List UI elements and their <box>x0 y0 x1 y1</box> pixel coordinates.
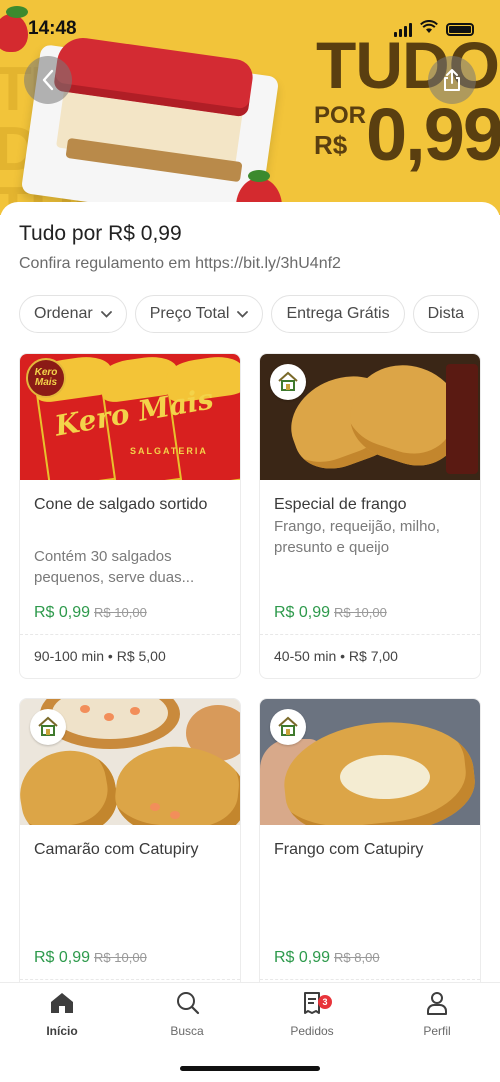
brand-tagline: SALGATERIA <box>130 446 208 456</box>
card-divider <box>20 979 240 980</box>
promo-headline: TUDO POR R$ 0,99 <box>314 30 500 180</box>
price-original: R$ 10,00 <box>94 605 147 620</box>
chevron-down-icon <box>100 310 112 318</box>
product-price: R$ 0,99 R$ 10,00 <box>34 949 147 967</box>
price-original: R$ 8,00 <box>334 950 380 965</box>
price-current: R$ 0,99 <box>274 949 331 966</box>
status-time: 14:48 <box>28 18 77 39</box>
product-image <box>260 354 480 480</box>
signal-icon <box>394 22 412 37</box>
promo-por: POR <box>314 102 367 129</box>
filter-distancia[interactable]: Dista <box>412 295 480 333</box>
product-price: R$ 0,99 R$ 10,00 <box>34 604 147 622</box>
share-button[interactable] <box>428 56 476 104</box>
product-image: Kero Mais SALGATERIA Kero Mais <box>20 354 240 480</box>
kero-mais-logo: Kero Mais <box>26 358 66 398</box>
filter-entrega-gratis[interactable]: Entrega Grátis <box>271 295 405 333</box>
promo-currency: R$ <box>314 130 348 160</box>
product-image <box>20 699 240 825</box>
home-icon <box>51 993 73 1013</box>
chevron-down-icon <box>237 310 249 318</box>
price-original: R$ 10,00 <box>334 605 387 620</box>
product-card[interactable]: Frango com Catupiry R$ 0,99 R$ 8,00 <box>259 698 481 982</box>
filter-label: Dista <box>427 305 465 322</box>
filter-preco-total[interactable]: Preço Total <box>134 295 264 333</box>
tab-label: Busca <box>170 1024 204 1038</box>
battery-icon <box>446 23 474 36</box>
restaurant-logo <box>270 364 306 400</box>
delivery-info: 40-50 min • R$ 7,00 <box>274 648 398 664</box>
restaurant-logo <box>30 709 66 745</box>
product-name: Especial de frango <box>274 496 407 513</box>
filter-label: Ordenar <box>34 305 93 322</box>
search-icon <box>177 992 200 1015</box>
wifi-icon <box>420 20 438 39</box>
home-indicator <box>180 1066 320 1071</box>
share-icon <box>444 69 460 91</box>
tab-label: Perfil <box>423 1024 451 1038</box>
price-current: R$ 0,99 <box>34 604 91 621</box>
price-current: R$ 0,99 <box>274 604 331 621</box>
promo-price: 0,99 <box>366 93 500 176</box>
product-name: Cone de salgado sortido <box>34 496 208 513</box>
promo-banner: TUDODETUDO TUDO POR R$ 0,99 14:48 <box>0 0 500 215</box>
product-image <box>260 699 480 825</box>
page-title: Tudo por R$ 0,99 <box>19 222 182 245</box>
status-bar: 14:48 <box>0 0 500 48</box>
tab-label: Pedidos <box>290 1024 334 1038</box>
product-description: Contém 30 salgados pequenos, serve duas.… <box>34 548 195 586</box>
orders-badge: 3 <box>318 995 332 1009</box>
price-original: R$ 10,00 <box>94 950 147 965</box>
tab-pedidos[interactable]: 3 Pedidos <box>262 991 362 1038</box>
product-name: Frango com Catupiry <box>274 841 424 858</box>
product-card[interactable]: Camarão com Catupiry R$ 0,99 R$ 10,00 <box>19 698 241 982</box>
product-price: R$ 0,99 R$ 10,00 <box>274 604 387 622</box>
cheesecake-image <box>20 30 300 215</box>
price-current: R$ 0,99 <box>34 949 91 966</box>
card-divider <box>260 979 480 980</box>
tab-perfil[interactable]: Perfil <box>387 991 487 1038</box>
product-card[interactable]: Especial de frango Frango, requeijão, mi… <box>259 353 481 679</box>
card-divider <box>20 634 240 635</box>
filter-ordenar[interactable]: Ordenar <box>19 295 127 333</box>
delivery-info: 90-100 min • R$ 5,00 <box>34 648 166 664</box>
product-description: Frango, requeijão, milho, presunto e que… <box>274 518 440 556</box>
tab-label: Início <box>46 1024 78 1038</box>
tab-inicio[interactable]: Início <box>12 991 112 1038</box>
page-subtitle: Confira regulamento em https://bit.ly/3h… <box>19 255 341 272</box>
chevron-left-icon <box>42 69 54 91</box>
filter-label: Entrega Grátis <box>286 305 390 322</box>
restaurant-logo <box>270 709 306 745</box>
filter-label: Preço Total <box>149 305 230 322</box>
back-button[interactable] <box>24 56 72 104</box>
product-card[interactable]: Kero Mais SALGATERIA Kero Mais Cone de sa… <box>19 353 241 679</box>
card-divider <box>260 634 480 635</box>
profile-icon <box>427 992 447 1015</box>
product-price: R$ 0,99 R$ 8,00 <box>274 949 380 967</box>
tab-busca[interactable]: Busca <box>137 991 237 1038</box>
filter-chips: Ordenar Preço Total Entrega Grátis Dista <box>19 295 500 335</box>
content-sheet: Tudo por R$ 0,99 Confira regulamento em … <box>0 202 500 982</box>
product-name: Camarão com Catupiry <box>34 841 199 858</box>
